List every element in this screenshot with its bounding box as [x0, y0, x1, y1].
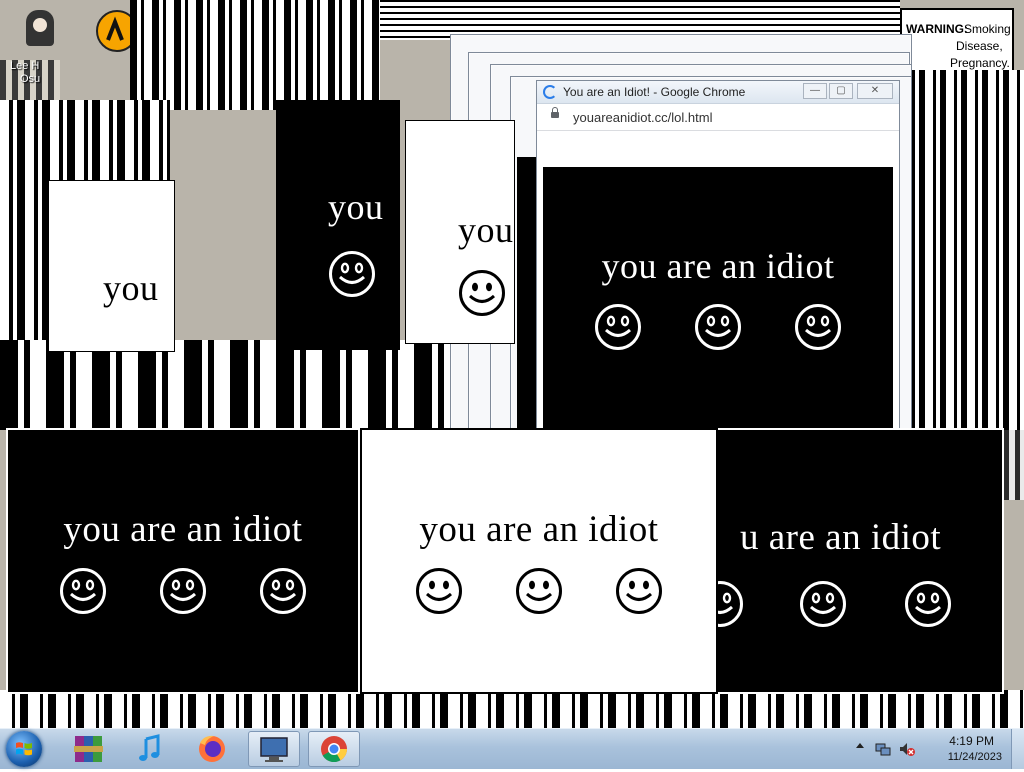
loading-spinner-icon [543, 85, 557, 99]
smiley-icon [594, 303, 642, 351]
network-icon[interactable] [874, 740, 892, 758]
window-title: You are an Idiot! - Google Chrome [563, 85, 746, 99]
idiot-panel-bottom-center: you are an idiot [360, 428, 718, 694]
idiot-message-cut: u are an idiot [740, 517, 942, 558]
idiot-message: you are an idiot [63, 508, 303, 550]
smiley-icon [415, 567, 463, 615]
taskbar: 4:19 PM 11/24/2023 [0, 728, 1024, 769]
idiot-panel-bottom-left: you are an idiot [6, 428, 360, 694]
smiley-icon [328, 250, 376, 298]
smiley-icon [794, 303, 842, 351]
popup-message-partial: you [103, 268, 159, 308]
desktop-icon-label-2: Osu [20, 73, 41, 85]
smiley-icon [515, 567, 563, 615]
desktop-icon-user[interactable] [18, 8, 62, 60]
user-avatar-icon [26, 10, 54, 46]
popup-message-partial-2: you [328, 187, 384, 227]
itunes-taskbar-button[interactable] [124, 731, 176, 767]
desktop-icon-label: Lee H [10, 60, 40, 72]
computer-taskbar-button[interactable] [248, 731, 300, 767]
popup-panel-black-partial: you [276, 100, 400, 350]
maximize-button[interactable]: ▢ [829, 83, 853, 99]
chrome-taskbar-button[interactable] [308, 731, 360, 767]
front-chrome-window[interactable]: You are an Idiot! - Google Chrome — ▢ ✕ … [536, 80, 900, 466]
winrar-icon [74, 736, 103, 762]
popup-panel-white-left: you [48, 180, 175, 352]
clock-date[interactable]: 11/24/2023 [948, 751, 1002, 763]
warning-text-3: Pregnancy. [950, 56, 1010, 70]
smiley-icon [159, 567, 207, 615]
winrar-taskbar-button[interactable] [62, 731, 114, 767]
itunes-icon [139, 734, 160, 761]
idiot-message: you are an idiot [419, 508, 659, 550]
system-tray: 4:19 PM 11/24/2023 [854, 729, 1024, 769]
smiley-icon [59, 567, 107, 615]
chrome-icon [321, 736, 348, 763]
smiley-icon [458, 269, 506, 317]
page-content: you are an idiot [537, 131, 899, 465]
smiley-icon [904, 580, 952, 628]
smiley-icon [259, 567, 307, 615]
firefox-taskbar-button[interactable] [186, 731, 238, 767]
warning-text-1: Smoking [964, 22, 1011, 36]
smiley-icon [694, 303, 742, 351]
idiot-panel-bottom-right: u are an idiot [700, 428, 1004, 694]
minimize-button[interactable]: — [803, 83, 827, 99]
popup-message-partial-3: you [458, 210, 514, 250]
firefox-icon [199, 735, 225, 762]
glitch-stripes-right [898, 70, 1024, 430]
idiot-panel-front: you are an idiot [543, 167, 893, 429]
popup-panel-white-partial: you [405, 120, 515, 344]
glitch-stripes-bottom [0, 690, 1024, 728]
computer-icon [260, 737, 288, 762]
warning-heading: WARNING: [906, 22, 968, 36]
smiley-row [415, 567, 663, 615]
smiley-row [702, 580, 1002, 630]
show-desktop-button[interactable] [1011, 729, 1024, 769]
smiley-icon [799, 580, 847, 628]
close-button[interactable]: ✕ [857, 83, 893, 99]
smiley-row [59, 567, 307, 615]
idiot-message: you are an idiot [601, 246, 835, 286]
url-text[interactable]: youareanidiot.cc/lol.html [573, 110, 712, 125]
glitch-stripes-top [130, 0, 380, 110]
desktop-area: Lee H Osu WARNING: Smoking Disease, Preg… [0, 0, 1024, 728]
address-bar[interactable]: youareanidiot.cc/lol.html [537, 104, 899, 131]
smiley-row [594, 303, 842, 351]
start-button[interactable] [6, 731, 42, 767]
window-title-bar[interactable]: You are an Idiot! - Google Chrome — ▢ ✕ [537, 81, 899, 104]
lock-icon [551, 107, 559, 118]
windows-logo-icon [16, 742, 32, 756]
warning-text-2: Disease, [956, 39, 1003, 53]
smiley-icon [615, 567, 663, 615]
clock-time[interactable]: 4:19 PM [949, 734, 994, 748]
volume-muted-icon[interactable] [898, 740, 916, 758]
show-hidden-icons-button[interactable] [856, 743, 864, 748]
